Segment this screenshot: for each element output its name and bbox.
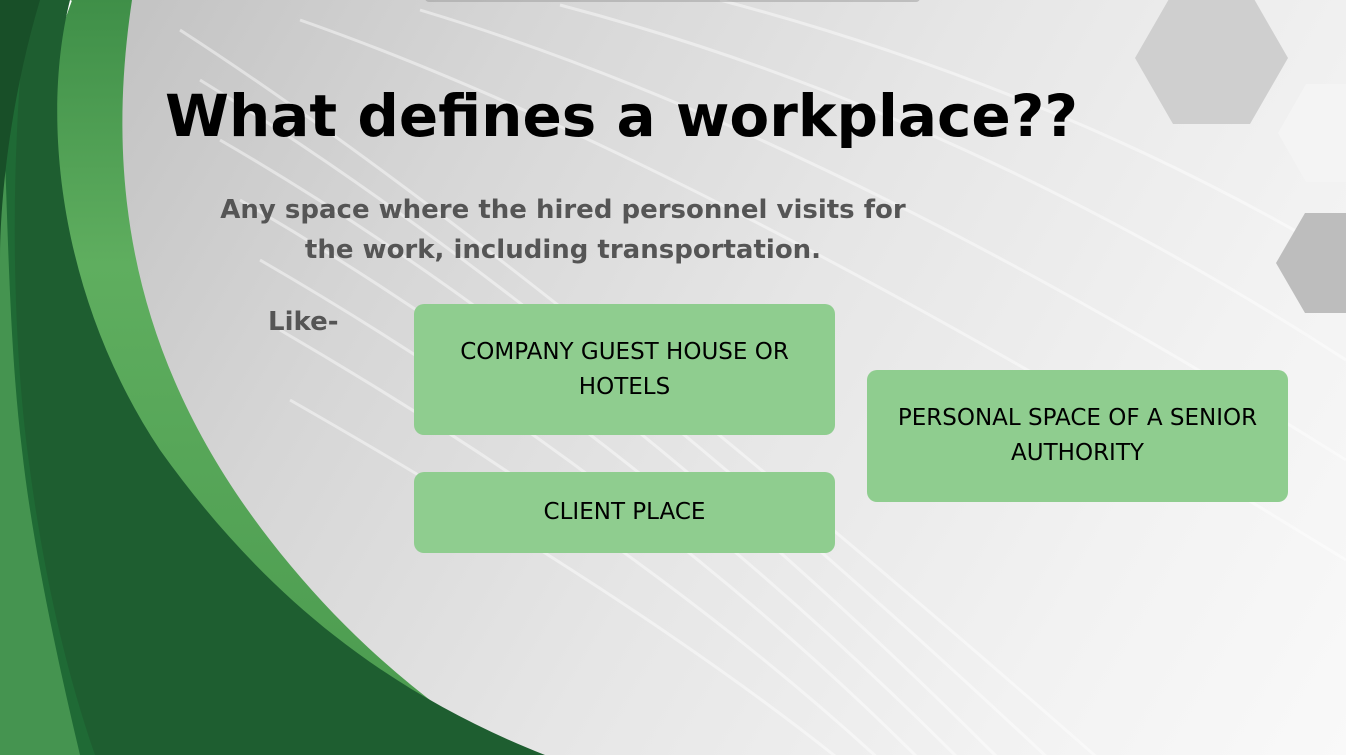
hexagon-icon: [1135, 0, 1288, 124]
slide-subtitle: Any space where the hired personnel visi…: [220, 195, 906, 265]
card-senior-authority-space: PERSONAL SPACE OF A SENIOR AUTHORITY: [867, 370, 1288, 502]
hexagon-icon: [1278, 84, 1346, 182]
card-label: CLIENT PLACE: [543, 499, 706, 525]
card-company-guest-house: COMPANY GUEST HOUSE OR HOTELS: [414, 304, 835, 435]
slide-title: What defines a workplace??: [165, 82, 1078, 150]
top-shadow-strip: [425, 0, 920, 2]
card-client-place: CLIENT PLACE: [414, 472, 835, 553]
slide: What defines a workplace?? Any space whe…: [0, 0, 1346, 755]
hexagon-icon: [1276, 213, 1346, 313]
card-label: COMPANY GUEST HOUSE OR HOTELS: [460, 338, 789, 400]
like-label: Like-: [268, 307, 339, 337]
card-label: PERSONAL SPACE OF A SENIOR AUTHORITY: [897, 405, 1258, 466]
